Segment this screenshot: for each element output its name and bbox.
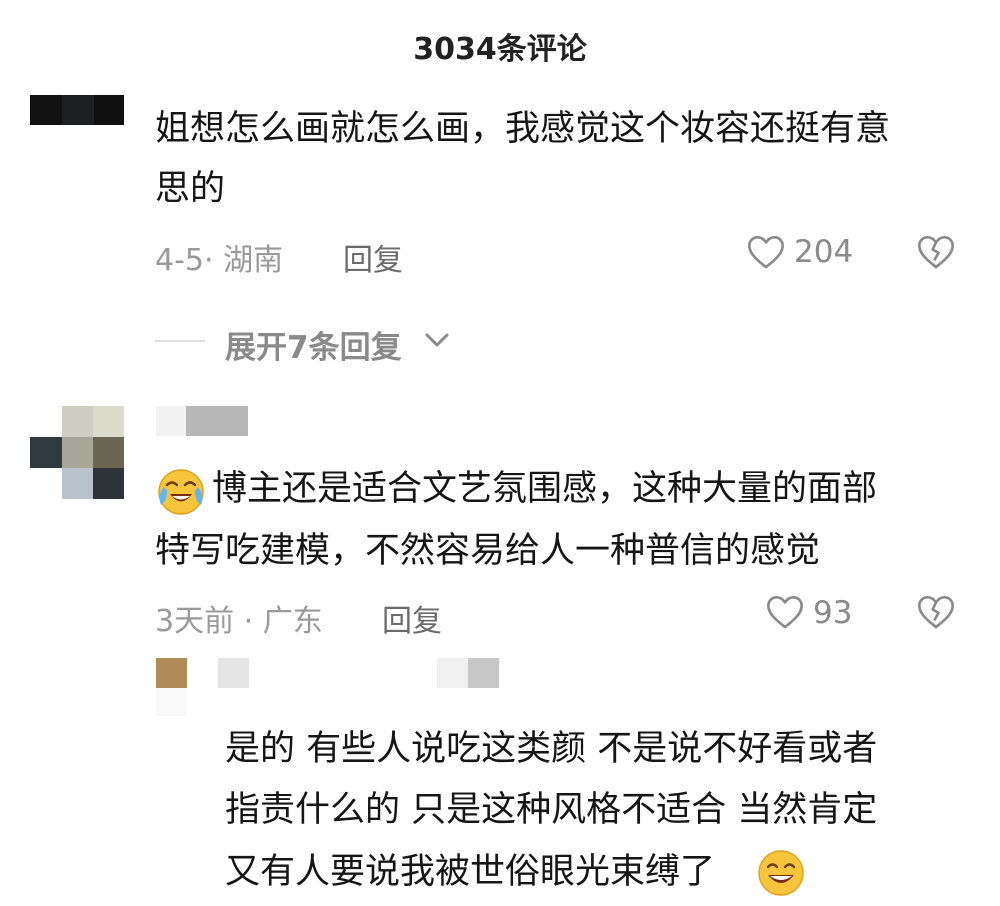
heart-outline-icon [748,236,784,269]
dislike-button[interactable] [916,232,956,276]
comment-meta: 4-5· 湖南 [155,243,284,278]
comments-count-title: 3034条评论 [413,32,587,67]
reply-text-line: 又有人要说我被世俗眼光束缚了 [225,852,716,892]
like-count: 93 [813,595,853,631]
reply-button[interactable]: 回复 [382,596,442,640]
broken-heart-icon [918,236,954,269]
comment-text-line: 特写吃建模，不然容易给人一种普信的感觉 [155,531,821,571]
expand-replies-label[interactable]: 展开7条回复 [225,322,402,367]
like-button[interactable] [765,592,805,636]
divider-line [155,340,205,342]
like-count: 204 [794,234,854,270]
comment-text-line: 姐想怎么画就怎么画，我感觉这个妆容还挺有意 [155,109,891,149]
heart-outline-icon [767,596,803,629]
comment-text-line: 思的 [155,169,226,209]
broken-heart-icon [918,596,954,629]
like-button[interactable] [746,232,786,276]
grinning-sweat-emoji-icon [755,847,807,903]
chevron-down-icon [423,328,451,356]
crying-laughing-emoji-icon [155,465,207,521]
dislike-button[interactable] [916,592,956,636]
comment-text-line: 博主还是适合文艺氛围感，这种大量的面部 [212,469,878,509]
reply-button[interactable]: 回复 [343,235,403,279]
reply-text-line: 指责什么的 只是这种风格不适合 当然肯定 [225,790,878,830]
reply-text-line: 是的 有些人说吃这类颜 不是说不好看或者 [225,729,878,769]
comment-meta: 3天前 · 广东 [155,604,323,639]
